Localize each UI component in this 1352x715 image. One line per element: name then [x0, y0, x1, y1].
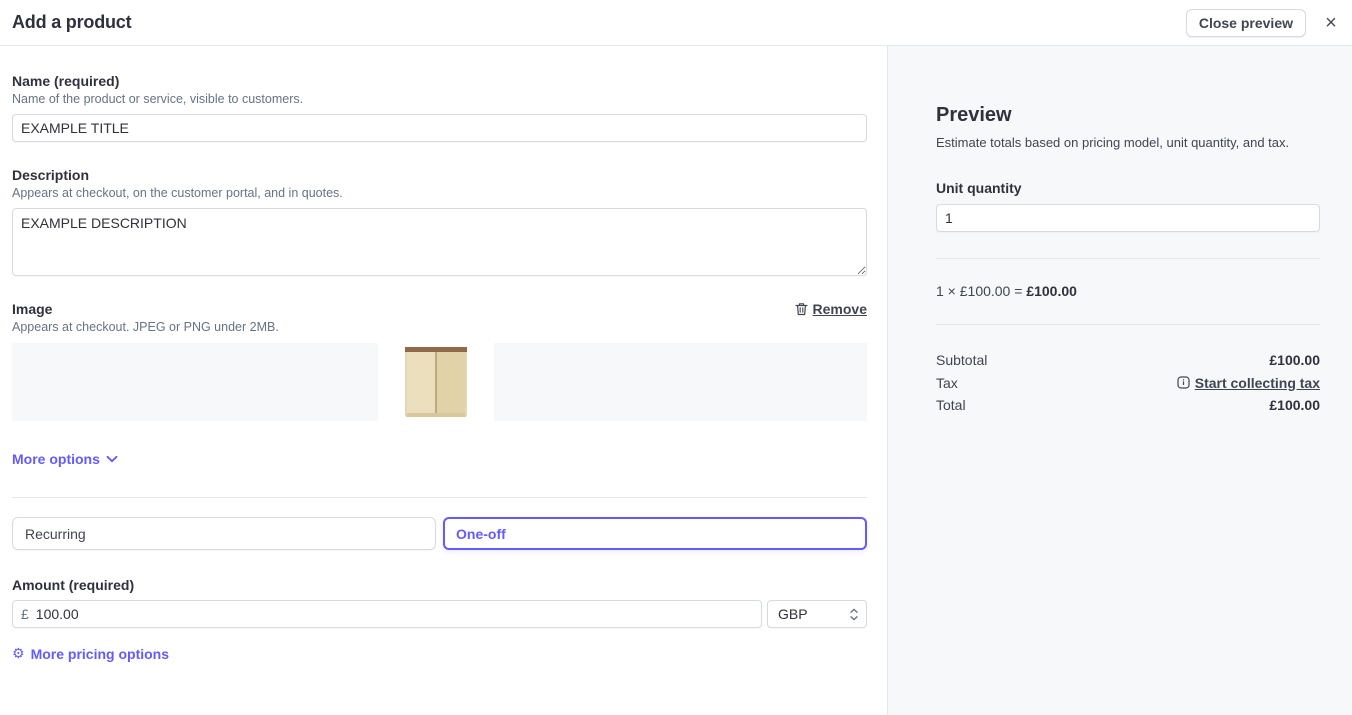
recurring-toggle-button[interactable]: Recurring: [12, 517, 436, 550]
preview-panel: Preview Estimate totals based on pricing…: [888, 46, 1352, 715]
tax-row: Tax Start collecting tax: [936, 372, 1320, 395]
total-label: Total: [936, 394, 966, 417]
calculation-result: £100.00: [1026, 283, 1077, 299]
subtotal-value: £100.00: [1269, 349, 1320, 372]
form-divider: [12, 497, 867, 498]
currency-select[interactable]: GBP: [767, 600, 867, 628]
preview-divider-bottom: [936, 324, 1320, 325]
currency-symbol: £: [21, 606, 29, 622]
close-preview-button[interactable]: Close preview: [1186, 9, 1306, 37]
image-placeholder-right: [494, 343, 867, 421]
name-helper: Name of the product or service, visible …: [12, 91, 867, 108]
description-field: Description Appears at checkout, on the …: [12, 166, 867, 276]
description-textarea[interactable]: EXAMPLE DESCRIPTION: [12, 208, 867, 276]
subtotal-row: Subtotal £100.00: [936, 349, 1320, 372]
stepper-icon: [849, 608, 859, 621]
currency-code: GBP: [778, 606, 808, 622]
chevron-down-icon: [106, 455, 118, 463]
more-options-label: More options: [12, 451, 100, 467]
start-collecting-tax-label: Start collecting tax: [1195, 372, 1320, 395]
description-helper: Appears at checkout, on the customer por…: [12, 185, 867, 202]
amount-label: Amount (required): [12, 576, 867, 594]
name-input[interactable]: [12, 114, 867, 142]
image-strip: [12, 343, 867, 421]
name-label: Name (required): [12, 72, 867, 90]
amount-input[interactable]: [36, 606, 753, 622]
header: Add a product Close preview ×: [0, 0, 1352, 46]
image-field: Image Remove Appears at checkout. JPEG o…: [12, 300, 867, 421]
total-value: £100.00: [1269, 394, 1320, 417]
preview-title: Preview: [936, 103, 1320, 127]
calculation-expression: 1 × £100.00 =: [936, 283, 1026, 299]
one-off-toggle-button[interactable]: One-off: [443, 517, 867, 550]
product-form: Name (required) Name of the product or s…: [0, 46, 888, 715]
main-layout: Name (required) Name of the product or s…: [0, 46, 1352, 715]
image-helper: Appears at checkout. JPEG or PNG under 2…: [12, 319, 867, 336]
info-icon: [1177, 376, 1190, 389]
amount-input-wrap: £: [12, 600, 762, 628]
quantity-calculation: 1 × £100.00 = £100.00: [936, 283, 1320, 300]
start-collecting-tax-link[interactable]: Start collecting tax: [1177, 372, 1320, 395]
more-options-link[interactable]: More options: [12, 451, 118, 467]
product-image-thumbnail: [378, 343, 494, 421]
gear-icon: ⚙: [12, 647, 25, 661]
unit-quantity-label: Unit quantity: [936, 179, 1320, 197]
image-label: Image: [12, 300, 52, 318]
remove-image-button[interactable]: Remove: [795, 301, 867, 317]
tax-label: Tax: [936, 372, 958, 395]
page-title: Add a product: [12, 12, 131, 33]
trash-icon: [795, 302, 808, 316]
image-placeholder-left: [12, 343, 378, 421]
close-icon[interactable]: ×: [1320, 12, 1342, 34]
total-row: Total £100.00: [936, 394, 1320, 417]
preview-divider-top: [936, 258, 1320, 259]
name-field: Name (required) Name of the product or s…: [12, 72, 867, 142]
book-image: [401, 343, 471, 421]
remove-image-label: Remove: [813, 301, 867, 317]
amount-row: £ GBP: [12, 600, 867, 628]
totals-summary: Subtotal £100.00 Tax Start collecting ta…: [936, 349, 1320, 417]
subtotal-label: Subtotal: [936, 349, 987, 372]
description-label: Description: [12, 166, 867, 184]
more-pricing-options-label: More pricing options: [31, 646, 169, 662]
more-pricing-options-link[interactable]: ⚙ More pricing options: [12, 646, 169, 662]
preview-subtitle: Estimate totals based on pricing model, …: [936, 134, 1320, 151]
unit-quantity-input[interactable]: [936, 204, 1320, 232]
pricing-model-toggle: Recurring One-off: [12, 517, 867, 550]
